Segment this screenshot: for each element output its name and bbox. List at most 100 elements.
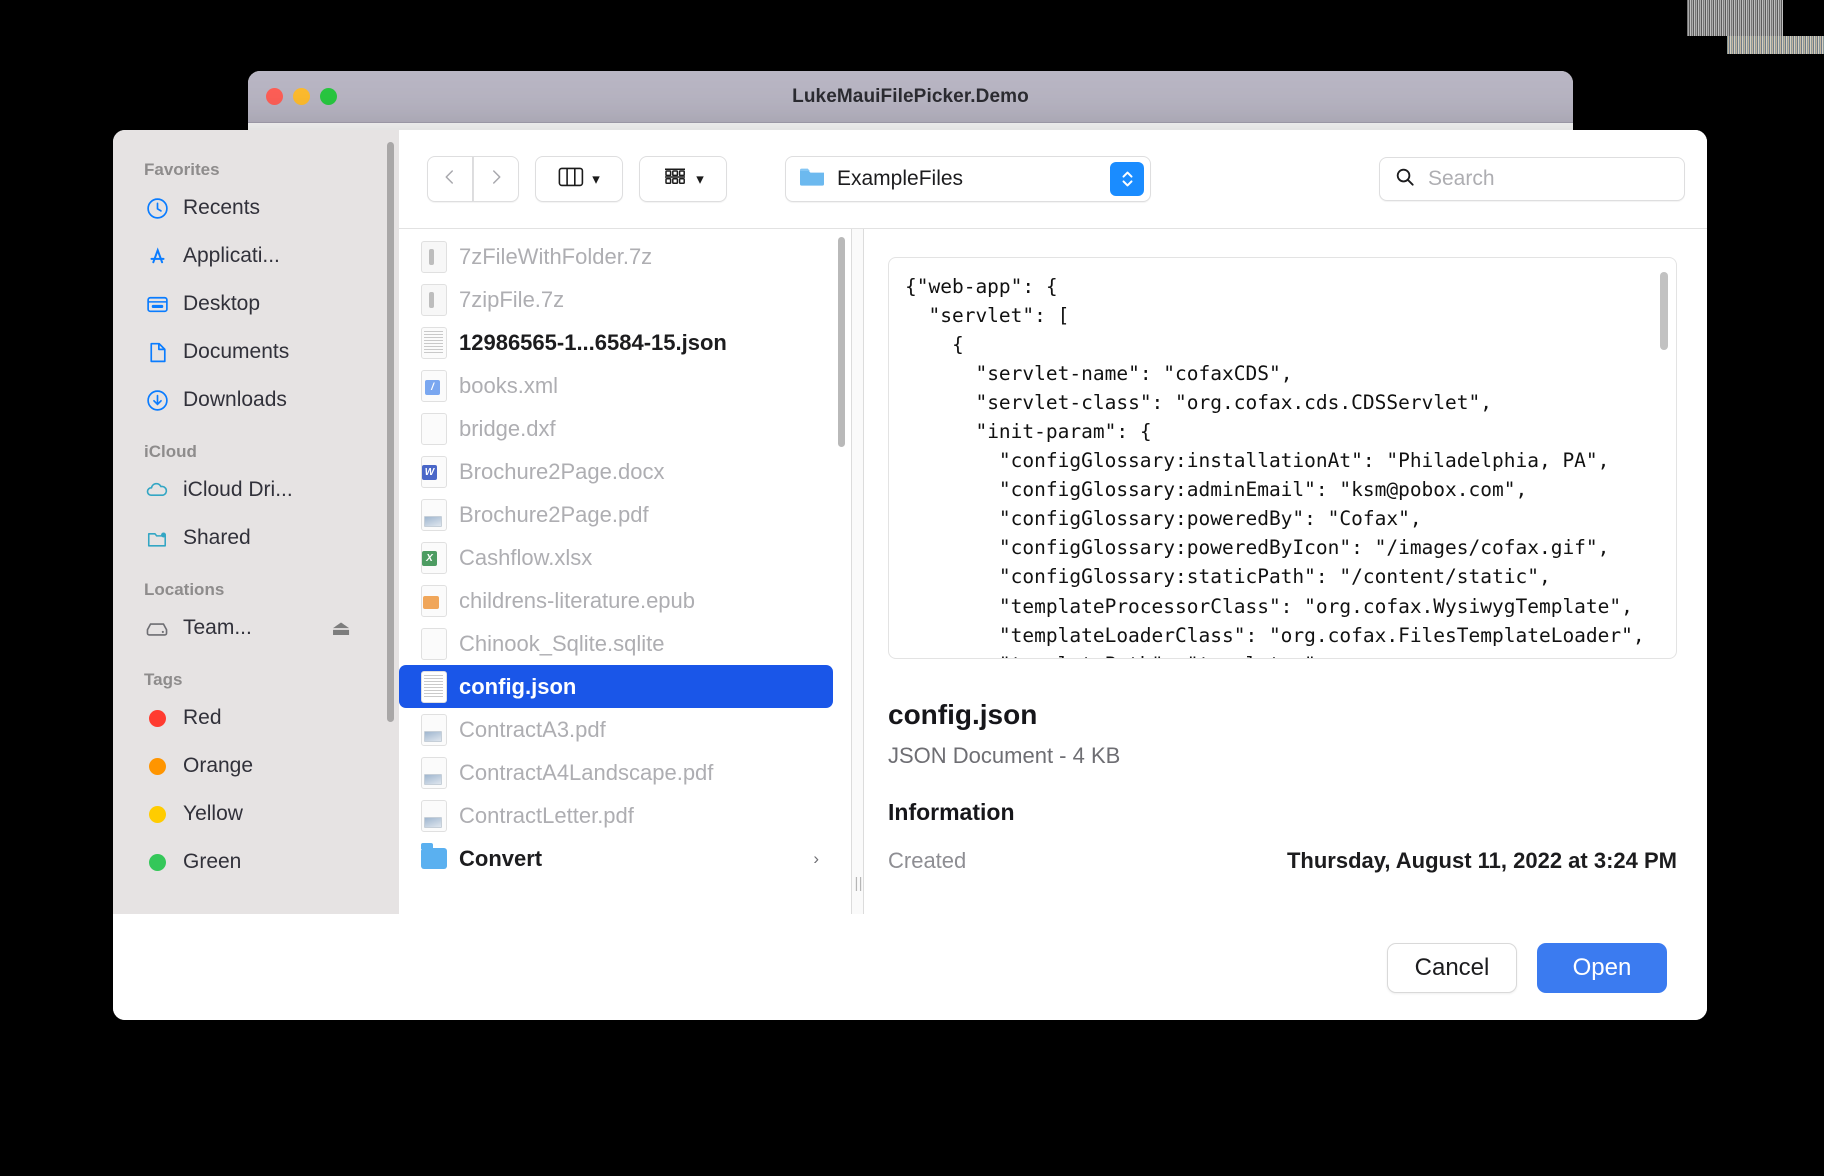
list-item[interactable]: Brochure2Page.pdf	[399, 493, 833, 536]
preview-filename: config.json	[888, 699, 1038, 730]
pdf-file-icon	[421, 799, 447, 832]
list-item[interactable]: Chinook_Sqlite.sqlite	[399, 622, 833, 665]
tag-dot-icon	[144, 753, 170, 779]
list-item[interactable]: 12986565-1...6584-15.json	[399, 321, 833, 364]
sidebar-item-recents[interactable]: Recents	[113, 184, 399, 232]
list-item[interactable]: ContractLetter.pdf	[399, 794, 833, 837]
list-item[interactable]: bridge.dxf	[399, 407, 833, 450]
code-preview: {"web-app": { "servlet": [ { "servlet-na…	[888, 257, 1677, 659]
sidebar-group-icloud: iCloud	[144, 442, 197, 461]
chevron-right-icon	[487, 168, 505, 191]
view-mode-button[interactable]: ▾	[535, 156, 623, 202]
sidebar-group-favorites: Favorites	[144, 160, 220, 179]
sidebar: Favorites Recents Applicati... Desktop D…	[113, 130, 399, 914]
code-preview-scrollbar[interactable]	[1660, 272, 1668, 350]
list-item[interactable]: ContractA3.pdf	[399, 708, 833, 751]
path-current-folder: ExampleFiles	[837, 167, 964, 190]
pdf-file-icon	[421, 713, 447, 746]
desktop-icon	[144, 291, 170, 317]
file-name: ContractA3.pdf	[459, 716, 606, 742]
sidebar-item-shared[interactable]: Shared	[113, 514, 399, 562]
pdf-file-icon	[421, 498, 447, 531]
download-icon	[144, 387, 170, 413]
group-by-button[interactable]: ▾	[639, 156, 727, 202]
up-down-stepper-icon[interactable]	[1110, 162, 1144, 196]
picker-content: ▾ ▾ ExampleFiles Search 7zFileWithFolder…	[399, 130, 1707, 914]
file-name: books.xml	[459, 372, 559, 398]
sidebar-group-tags: Tags	[144, 670, 183, 689]
sidebar-item-documents[interactable]: Documents	[113, 328, 399, 376]
sidebar-item-applications[interactable]: Applicati...	[113, 232, 399, 280]
sidebar-item-label: Shared	[183, 526, 251, 549]
xml-file-icon: /	[421, 369, 447, 402]
sidebar-item-icloud-drive[interactable]: iCloud Dri...	[113, 466, 399, 514]
eject-icon[interactable]: ⏏	[331, 616, 351, 641]
open-button[interactable]: Open	[1537, 942, 1667, 993]
file-list-scrollbar[interactable]	[838, 237, 845, 447]
sidebar-item-team-drive[interactable]: Team... ⏏	[113, 604, 399, 652]
folder-icon	[798, 165, 826, 193]
forward-button[interactable]	[473, 156, 519, 202]
toolbar: ▾ ▾ ExampleFiles Search	[399, 130, 1707, 228]
sidebar-item-tag-yellow[interactable]: Yellow	[113, 790, 399, 838]
shared-folder-icon	[144, 525, 170, 551]
screen-artifact-edge	[1727, 36, 1824, 54]
path-popup-button[interactable]: ExampleFiles	[785, 156, 1151, 202]
sidebar-item-label: Applicati...	[183, 244, 280, 267]
hard-drive-icon	[144, 615, 170, 641]
sidebar-item-label: Red	[183, 706, 222, 729]
generic-file-icon	[421, 412, 447, 445]
chevron-down-icon: ▾	[592, 170, 600, 188]
chevron-left-icon	[441, 168, 459, 191]
file-name: 7zFileWithFolder.7z	[459, 243, 653, 269]
list-item-folder[interactable]: Convert ›	[399, 837, 833, 880]
panes: 7zFileWithFolder.7z 7zipFile.7z 12986565…	[399, 228, 1707, 914]
word-file-icon: W	[421, 455, 447, 488]
sidebar-item-label: Orange	[183, 754, 254, 777]
sidebar-item-tag-orange[interactable]: Orange	[113, 742, 399, 790]
list-item-selected[interactable]: config.json	[399, 665, 833, 708]
window-title: LukeMauiFilePicker.Demo	[792, 85, 1029, 107]
sidebar-scrollbar[interactable]	[387, 142, 394, 722]
back-button[interactable]	[427, 156, 473, 202]
json-file-icon	[421, 326, 447, 359]
list-item[interactable]: childrens-literature.epub	[399, 579, 833, 622]
file-name: bridge.dxf	[459, 415, 556, 441]
sidebar-item-label: Desktop	[183, 292, 261, 315]
group-by-icon	[662, 166, 688, 193]
sidebar-item-desktop[interactable]: Desktop	[113, 280, 399, 328]
sidebar-item-tag-green[interactable]: Green	[113, 838, 399, 886]
pane-divider[interactable]: | |	[851, 229, 864, 914]
preview-kind-size: JSON Document - 4 KB	[888, 743, 1121, 768]
json-file-icon	[421, 670, 447, 703]
tag-dot-icon	[144, 705, 170, 731]
code-preview-text: {"web-app": { "servlet": [ { "servlet-na…	[905, 275, 1645, 658]
search-field[interactable]: Search	[1379, 157, 1685, 201]
sidebar-item-label: Downloads	[183, 388, 287, 411]
chevron-right-icon: ›	[813, 848, 819, 868]
divider-grip-icon: | |	[854, 875, 863, 892]
cancel-button[interactable]: Cancel	[1387, 942, 1517, 993]
epub-file-icon	[421, 584, 447, 617]
info-key: Created	[888, 848, 967, 873]
sidebar-item-tag-red[interactable]: Red	[113, 694, 399, 742]
excel-file-icon: X	[421, 541, 447, 574]
file-list[interactable]: 7zFileWithFolder.7z 7zipFile.7z 12986565…	[399, 229, 851, 914]
sidebar-item-label: Documents	[183, 340, 290, 363]
file-name: 12986565-1...6584-15.json	[459, 329, 727, 355]
search-input[interactable]: Search	[1428, 167, 1495, 191]
sidebar-item-label: iCloud Dri...	[183, 478, 293, 501]
archive-file-icon	[421, 283, 447, 316]
list-item[interactable]: / books.xml	[399, 364, 833, 407]
list-item[interactable]: 7zipFile.7z	[399, 278, 833, 321]
info-row: Created Thursday, August 11, 2022 at 3:2…	[888, 848, 1677, 874]
list-item[interactable]: ContractA4Landscape.pdf	[399, 751, 833, 794]
list-item[interactable]: X Cashflow.xlsx	[399, 536, 833, 579]
list-item[interactable]: 7zFileWithFolder.7z	[399, 235, 833, 278]
chevron-down-icon: ▾	[696, 170, 704, 188]
list-item[interactable]: W Brochure2Page.docx	[399, 450, 833, 493]
sidebar-item-downloads[interactable]: Downloads	[113, 376, 399, 424]
sidebar-group-locations: Locations	[144, 580, 225, 599]
preview-information-header: Information	[888, 799, 1015, 825]
screen: LukeMauiFilePicker.Demo Favorites Recent…	[0, 0, 1824, 1176]
